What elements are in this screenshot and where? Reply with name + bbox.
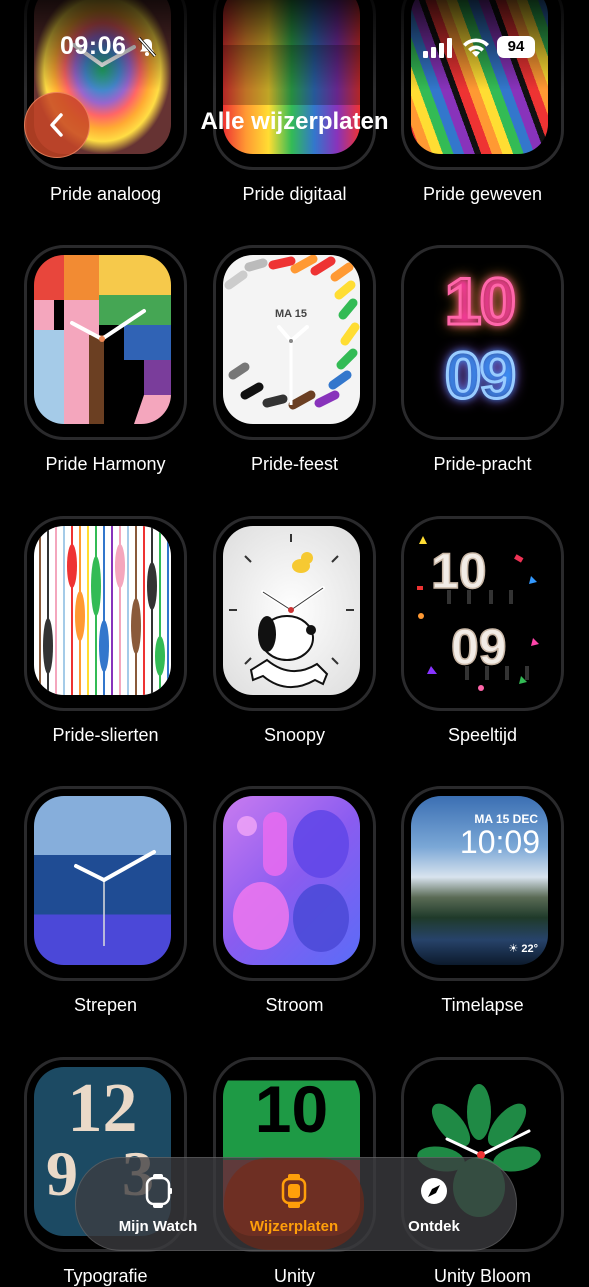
face-temp: 22° — [521, 943, 538, 955]
face-minute: 09 — [451, 619, 507, 675]
tab-label: Ontdek — [408, 1218, 460, 1235]
face-label: Speeltijd — [447, 725, 518, 745]
battery-indicator: 94 — [497, 36, 535, 58]
face-hour: 10 — [254, 1072, 329, 1146]
bell-muted-icon — [137, 37, 157, 57]
status-time: 09:06 — [60, 32, 127, 60]
face-label: Typografie — [63, 1266, 148, 1286]
face-label: Pride-feest — [250, 454, 339, 474]
tab-bar: Mijn Watch Wijzerplaten Ontdek — [75, 1157, 517, 1251]
face-label: Pride Harmony — [45, 454, 166, 474]
face-time: 10:09 — [459, 824, 540, 860]
face-preview: 10 09 — [411, 526, 548, 695]
chevron-left-icon — [50, 113, 63, 137]
face-label: Pride-slierten — [52, 725, 159, 745]
face-minute: 09 — [443, 337, 517, 414]
face-preview — [223, 526, 360, 695]
face-preview: 10 09 — [411, 255, 548, 424]
tab-wijzerplaten[interactable]: Wijzerplaten — [224, 1158, 364, 1250]
face-preview — [34, 526, 171, 695]
face-hour: 10 — [431, 543, 487, 599]
face-label: Pride-pracht — [433, 454, 532, 474]
face-preview — [34, 255, 171, 424]
face-label: Strepen — [73, 995, 138, 1015]
face-label: Unity — [273, 1266, 315, 1286]
watch-icon — [145, 1174, 172, 1208]
tab-label: Wijzerplaten — [249, 1218, 339, 1235]
tab-label: Mijn Watch — [118, 1218, 198, 1235]
cellular-signal-icon — [423, 38, 452, 58]
sun-icon: ☀ — [508, 943, 519, 955]
face-preview: MA 15 DEC 10:09 ☀ 22° — [411, 796, 548, 965]
watch-face-icon — [281, 1174, 307, 1208]
face-preview — [34, 796, 171, 965]
face-label: Timelapse — [441, 995, 524, 1015]
face-label: Unity Bloom — [433, 1266, 532, 1286]
tab-ontdek[interactable]: Ontdek — [364, 1158, 504, 1250]
face-label: Snoopy — [263, 725, 326, 745]
face-label: Stroom — [265, 995, 324, 1015]
face-label: Pride digitaal — [242, 184, 347, 204]
status-bar: 09:06 94 — [0, 0, 589, 96]
face-date: MA 15 — [275, 308, 307, 320]
face-preview: MA 15 — [223, 255, 360, 424]
face-preview — [223, 796, 360, 965]
face-label: Pride geweven — [422, 184, 543, 204]
compass-icon — [421, 1178, 447, 1204]
face-label: Pride analoog — [49, 184, 162, 204]
wifi-icon — [463, 38, 489, 57]
tab-mijn-watch[interactable]: Mijn Watch — [88, 1158, 228, 1250]
back-button[interactable] — [24, 92, 90, 158]
face-hour: 10 — [443, 263, 517, 340]
